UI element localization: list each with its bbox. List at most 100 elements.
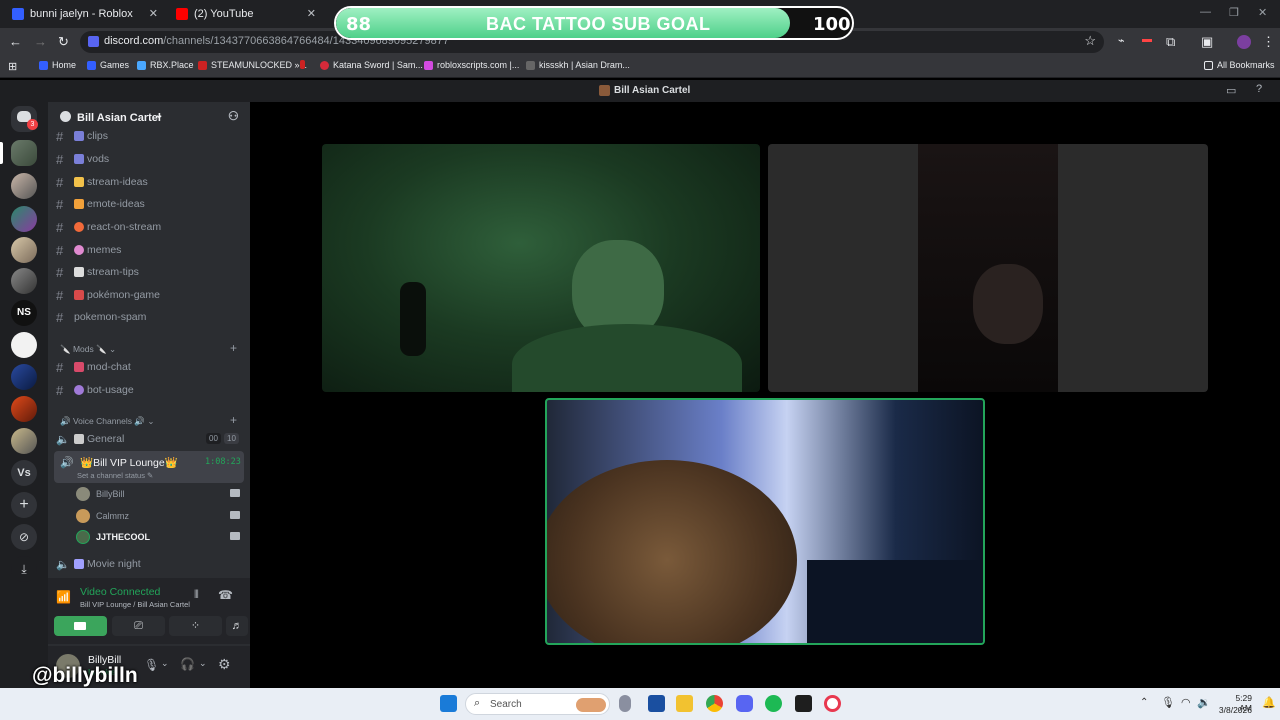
minimize-icon[interactable]: — — [1200, 6, 1211, 18]
download-icon[interactable]: ⤓ — [11, 556, 37, 582]
extension-red-icon[interactable]: ▬ — [1142, 34, 1152, 45]
opera-icon[interactable] — [824, 695, 841, 712]
bookmark-steamunlocked[interactable]: STEAMUNLOCKED »... — [198, 60, 307, 70]
bookmark-star-icon[interactable]: ☆ — [1084, 33, 1096, 49]
chevron-down-icon[interactable]: ⌄ — [199, 658, 207, 669]
volume-icon[interactable]: 🔉 — [1197, 696, 1211, 709]
channel-memes[interactable]: # memes — [56, 240, 244, 260]
close-tab-icon[interactable]: ✕ — [307, 7, 316, 20]
close-window-icon[interactable]: ✕ — [1258, 6, 1267, 19]
channel-stream-tips[interactable]: # stream-tips — [56, 262, 244, 282]
disconnect-icon[interactable]: ☎ — [218, 588, 233, 602]
server-icon-8[interactable] — [11, 364, 37, 390]
voice-channel-movie-night[interactable]: 🔈 Movie night — [56, 554, 244, 574]
server-bill-asian-cartel[interactable] — [11, 140, 37, 166]
bookmark-red-icon[interactable] — [300, 60, 309, 69]
add-voice-channel-icon[interactable]: + — [230, 413, 237, 427]
clock-date[interactable]: 3/8/2026 — [1214, 705, 1252, 715]
soundboard-button[interactable]: ♬ — [226, 616, 248, 636]
tab-youtube[interactable]: (2) YouTube ✕ — [164, 0, 322, 28]
channel-bot-usage[interactable]: # bot-usage — [56, 380, 244, 400]
channel-pokemon-game[interactable]: # pokémon-game — [56, 285, 244, 305]
add-channel-icon[interactable]: + — [230, 341, 237, 355]
app-icon[interactable] — [648, 695, 665, 712]
app-icon[interactable] — [795, 695, 812, 712]
discord-taskbar-icon[interactable] — [736, 695, 753, 712]
server-icon-9[interactable] — [11, 396, 37, 422]
back-icon[interactable]: ← — [9, 34, 22, 49]
server-icon-7[interactable] — [11, 332, 37, 358]
channel-emote-ideas[interactable]: # emote-ideas — [56, 194, 244, 214]
maximize-icon[interactable]: ❐ — [1229, 6, 1239, 19]
channel-mod-chat[interactable]: # mod-chat — [56, 357, 244, 377]
bookmark-robloxscripts[interactable]: robloxscripts.com |... — [424, 60, 519, 70]
reload-icon[interactable]: ↻ — [58, 34, 69, 50]
discover-icon[interactable]: ⊘ — [11, 524, 37, 550]
video-connected-status[interactable]: Video Connected — [80, 586, 160, 598]
user-limit: 10 — [224, 433, 239, 444]
voice-channel-general[interactable]: 🔈 General 00 10 — [56, 429, 244, 449]
settings-gear-icon[interactable]: ⚙ — [218, 656, 231, 673]
chevron-down-icon[interactable]: ⌄ — [161, 658, 169, 669]
video-tile-billybill[interactable] — [322, 144, 760, 392]
bookmark-home[interactable]: Home — [39, 60, 76, 70]
chrome-icon[interactable] — [706, 695, 723, 712]
profile-avatar[interactable] — [1237, 35, 1251, 49]
menu-kebab-icon[interactable]: ⋮ — [1262, 34, 1275, 50]
microphone-icon[interactable]: 🎙 — [144, 658, 159, 672]
bookmark-kissskh[interactable]: kissskh | Asian Dram... — [526, 60, 630, 70]
start-icon[interactable] — [440, 695, 457, 712]
channel-status[interactable]: Set a channel status ✎ — [77, 471, 153, 480]
server-ns[interactable]: NS — [11, 300, 37, 326]
extension-icon[interactable]: ⌁ — [1118, 34, 1125, 47]
inbox-icon[interactable]: ▭ — [1226, 84, 1236, 97]
server-icon-10[interactable] — [11, 428, 37, 454]
chevron-up-icon[interactable]: ⌃ — [1140, 697, 1148, 708]
close-tab-icon[interactable]: ✕ — [149, 7, 158, 20]
invite-people-icon[interactable]: ⚇ — [228, 109, 239, 123]
wifi-icon[interactable]: ◠ — [1181, 696, 1191, 709]
forward-icon[interactable]: → — [34, 34, 47, 49]
task-view-icon[interactable] — [619, 695, 631, 712]
headphones-icon[interactable]: 🎧 — [180, 657, 195, 671]
channel-clips[interactable]: # clips — [56, 126, 244, 146]
spotify-icon[interactable] — [765, 695, 782, 712]
voice-channel-vip-lounge[interactable]: 🔊 👑Bill VIP Lounge👑 1:08:23 Set a channe… — [54, 451, 244, 483]
all-bookmarks[interactable]: All Bookmarks — [1204, 60, 1275, 70]
taskbar-search[interactable]: ⌕ Search — [465, 693, 610, 715]
notification-bell-icon[interactable]: 🔔 — [1262, 696, 1276, 709]
video-tile-jjthecool[interactable] — [545, 398, 985, 645]
file-explorer-icon[interactable] — [676, 695, 693, 712]
category-voice-channels[interactable]: 🔊 Voice Channels 🔊 ⌄ — [60, 416, 154, 427]
voice-user-calmmz[interactable]: Calmmz — [76, 507, 244, 525]
channel-pokemon-spam[interactable]: # pokemon-spam — [56, 307, 244, 327]
channel-stream-ideas[interactable]: # stream-ideas — [56, 172, 244, 192]
screen-share-button[interactable]: ⎚ — [112, 616, 165, 636]
server-icon-3[interactable] — [11, 206, 37, 232]
channel-vods[interactable]: # vods — [56, 149, 244, 169]
voice-user-jjthecool[interactable]: JJTHECOOL — [76, 528, 244, 546]
server-icon-2[interactable] — [11, 173, 37, 199]
extensions-puzzle-icon[interactable]: ⧉ — [1166, 34, 1175, 50]
add-server-icon[interactable]: + — [11, 492, 37, 518]
category-mods[interactable]: 🔪 Mods 🔪 ⌄ — [60, 344, 116, 355]
server-vs[interactable]: Vs — [11, 460, 37, 486]
server-icon-5[interactable] — [11, 268, 37, 294]
activities-button[interactable]: ⁘ — [169, 616, 222, 636]
windows-taskbar: ⌕ Search ⌃ 🎙 ◠ 🔉 5:29 AM 3/8/2026 🔔 — [0, 688, 1280, 720]
server-icon-4[interactable] — [11, 237, 37, 263]
tab-roblox[interactable]: bunni jaelyn - Roblox ✕ — [0, 0, 164, 28]
help-icon[interactable]: ? — [1256, 83, 1262, 95]
video-tile-calmmz[interactable] — [768, 144, 1208, 392]
connection-location[interactable]: Bill VIP Lounge / Bill Asian Cartel — [80, 600, 190, 609]
video-button[interactable] — [54, 616, 107, 636]
side-panel-icon[interactable]: ▣ — [1201, 34, 1213, 50]
voice-user-billybill[interactable]: BillyBill — [76, 485, 244, 503]
apps-grid-icon[interactable]: ⊞ — [8, 60, 17, 73]
bookmark-katana-sword[interactable]: Katana Sword | Sam... — [320, 60, 423, 70]
channel-react-on-stream[interactable]: # react-on-stream — [56, 217, 244, 237]
mic-tray-icon[interactable]: 🎙 — [1161, 696, 1175, 709]
noise-suppression-icon[interactable]: ⦀ — [194, 589, 199, 602]
bookmark-games[interactable]: Games — [87, 60, 129, 70]
bookmark-rbx-place[interactable]: RBX.Place — [137, 60, 194, 70]
